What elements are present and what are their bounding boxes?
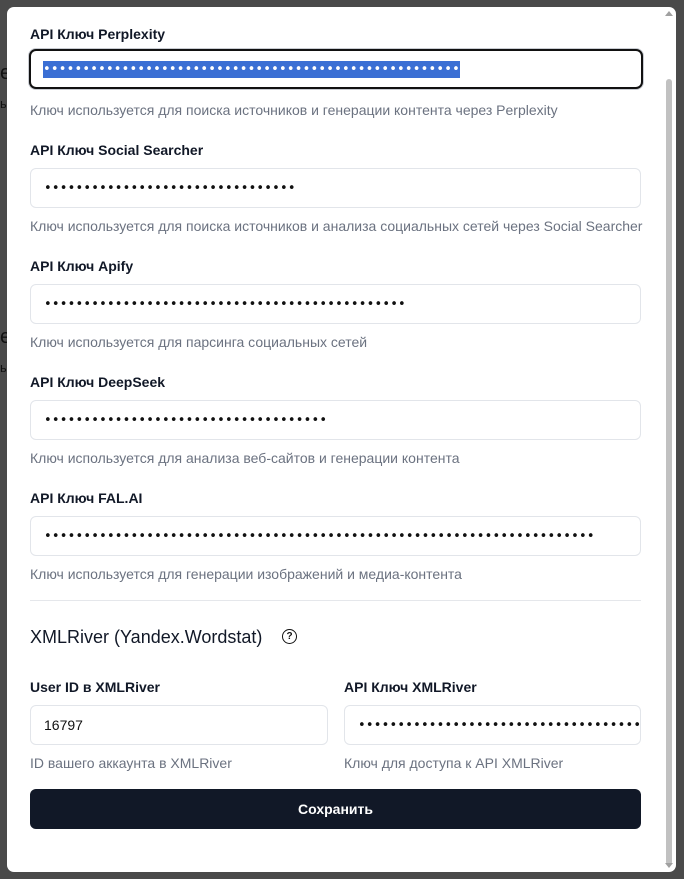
xmlriver-user-id-label: User ID в XMLRiver	[30, 679, 160, 695]
falai-key-label: API Ключ FAL.AI	[30, 490, 143, 506]
perplexity-key-hint: Ключ используется для поиска источников …	[30, 102, 558, 118]
apify-key-value: ••••••••••••••••••••••••••••••••••••••••…	[44, 296, 406, 312]
xmlriver-user-id-hint: ID вашего аккаунта в XMLRiver	[30, 755, 232, 771]
xmlriver-api-key-value: ••••••••••••••••••••••••••••••••••••••••…	[358, 717, 641, 733]
perplexity-key-input[interactable]: ••••••••••••••••••••••••••••••••••••••••…	[29, 49, 643, 89]
xmlriver-user-id-input[interactable]: 16797	[30, 705, 328, 745]
deepseek-key-input[interactable]: ••••••••••••••••••••••••••••••••••••	[30, 400, 641, 440]
xmlriver-api-key-hint: Ключ для доступа к API XMLRiver	[344, 755, 564, 771]
social-searcher-key-hint: Ключ используется для поиска источников …	[30, 218, 643, 234]
social-searcher-key-input[interactable]: ••••••••••••••••••••••••••••••••	[30, 168, 641, 208]
apify-key-hint: Ключ используется для парсинга социальны…	[30, 334, 368, 350]
xmlriver-section-title: XMLRiver (Yandex.Wordstat)	[30, 627, 263, 647]
api-keys-dialog: API Ключ Perplexity ••••••••••••••••••••…	[7, 7, 676, 872]
scroll-up-icon[interactable]	[665, 11, 673, 16]
deepseek-key-label: API Ключ DeepSeek	[30, 374, 166, 390]
xmlriver-api-key-label: API Ключ XMLRiver	[344, 679, 477, 695]
help-icon[interactable]: ?	[282, 629, 297, 644]
perplexity-key-label: API Ключ Perplexity	[30, 26, 166, 42]
xmlriver-user-id-value: 16797	[44, 717, 83, 733]
scrollbar-thumb[interactable]	[666, 79, 672, 865]
falai-key-input[interactable]: ••••••••••••••••••••••••••••••••••••••••…	[30, 516, 641, 556]
scroll-down-icon[interactable]	[665, 863, 673, 868]
deepseek-key-hint: Ключ используется для анализа веб-сайтов…	[30, 450, 460, 466]
perplexity-key-value: ••••••••••••••••••••••••••••••••••••••••…	[43, 60, 461, 78]
social-searcher-key-value: ••••••••••••••••••••••••••••••••	[44, 180, 296, 196]
falai-key-hint: Ключ используется для генерации изображе…	[30, 566, 462, 582]
apify-key-input[interactable]: ••••••••••••••••••••••••••••••••••••••••…	[30, 284, 641, 324]
section-divider	[30, 600, 641, 601]
deepseek-key-value: ••••••••••••••••••••••••••••••••••••	[44, 412, 328, 428]
falai-key-value: ••••••••••••••••••••••••••••••••••••••••…	[44, 528, 595, 544]
dialog-scrollbar[interactable]	[664, 9, 674, 870]
social-searcher-key-label: API Ключ Social Searcher	[30, 142, 204, 158]
xmlriver-api-key-input[interactable]: ••••••••••••••••••••••••••••••••••••••••…	[344, 705, 641, 745]
save-button[interactable]: Сохранить	[30, 789, 641, 829]
apify-key-label: API Ключ Apify	[30, 258, 134, 274]
